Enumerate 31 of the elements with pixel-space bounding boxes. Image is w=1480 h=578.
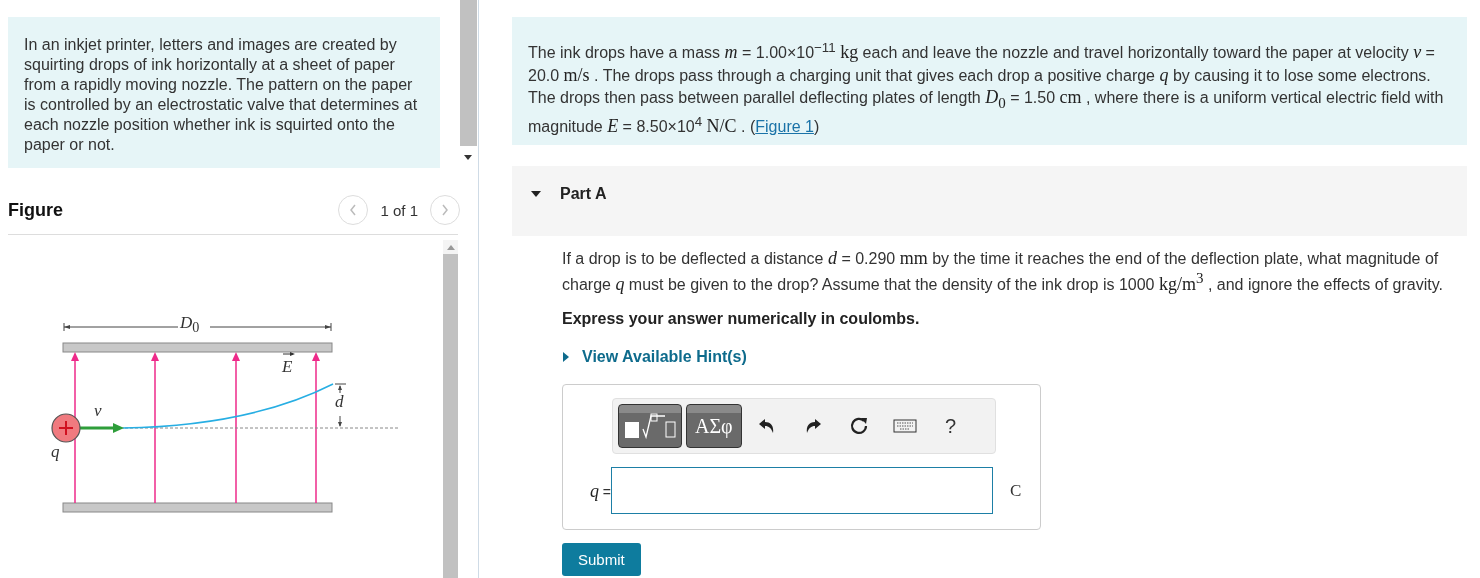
diagram-label: q xyxy=(51,443,60,460)
help-button[interactable]: ? xyxy=(929,406,972,446)
figure-title: Figure xyxy=(8,199,63,221)
part-header[interactable]: Part A xyxy=(512,166,1467,236)
unit-label: C xyxy=(1010,480,1022,501)
submit-button[interactable]: Submit xyxy=(562,543,641,576)
reset-icon xyxy=(848,416,869,436)
symbols-button[interactable]: ΑΣφ xyxy=(686,404,742,448)
chevron-right-icon xyxy=(440,203,450,217)
keyboard-icon xyxy=(892,419,917,433)
answer-field[interactable] xyxy=(611,467,993,514)
diagram-label: d xyxy=(335,393,344,410)
scroll-down-icon[interactable] xyxy=(463,154,473,162)
problem-text: The ink drops have a mass m = 1.00×10$^{−11}$ kg each and leave the nozzle and travel horizontally toward the paper at velocity v = 20.0 m/s . The drops pass through a charging unit that gives each drop a positive charge q by causing it to lose some electrons. The drops then pass between parallel deflecting plates of length D$_{0}$ = 1.50 cm , where there is a uniform vertical electric field with magnitude E = 8.50×10$^{4}$ N/C . (Figure 1) xyxy=(512,17,1467,145)
scroll-up-icon[interactable] xyxy=(445,243,456,251)
figure-link[interactable]: Figure 1 xyxy=(755,118,814,136)
scrollbar-thumb[interactable] xyxy=(443,254,458,578)
diagram-label: E xyxy=(282,358,293,375)
diagram-label: D$_{0}$ xyxy=(180,314,200,335)
chevron-left-icon xyxy=(348,203,359,217)
diagram-label: v xyxy=(94,402,102,419)
undo-icon xyxy=(757,418,776,434)
answer-label: q = xyxy=(588,481,611,500)
question-text: If a drop is to be deflected a distance d = 0.290 mm by the time it reaches the end of the deflection plate, what magnitude of charge q must be given to the drop? Assume that the density of the ink drop is 1000 kg/m$^{3}$ , and ignore the effects of gravity. xyxy=(562,248,1444,296)
hint-toggle[interactable]: View Available Hint(s) xyxy=(562,348,747,366)
caret-icon xyxy=(562,351,570,363)
scrollbar-thumb[interactable] xyxy=(459,0,477,146)
page-counter: 1 of 1 xyxy=(380,201,418,219)
intro-text: In an inkjet printer, letters and images are created by squirting drops of ink horizontally at a sheet of paper from a rapidly moving nozzle. The pattern on the paper is controlled by an electrostatic valve that determines at each nozzle position whether ink is squirted onto the paper or not. xyxy=(8,17,440,168)
instruction-text: Express your answer numerically in coulombs. xyxy=(562,310,921,328)
templates-button[interactable] xyxy=(618,404,682,448)
